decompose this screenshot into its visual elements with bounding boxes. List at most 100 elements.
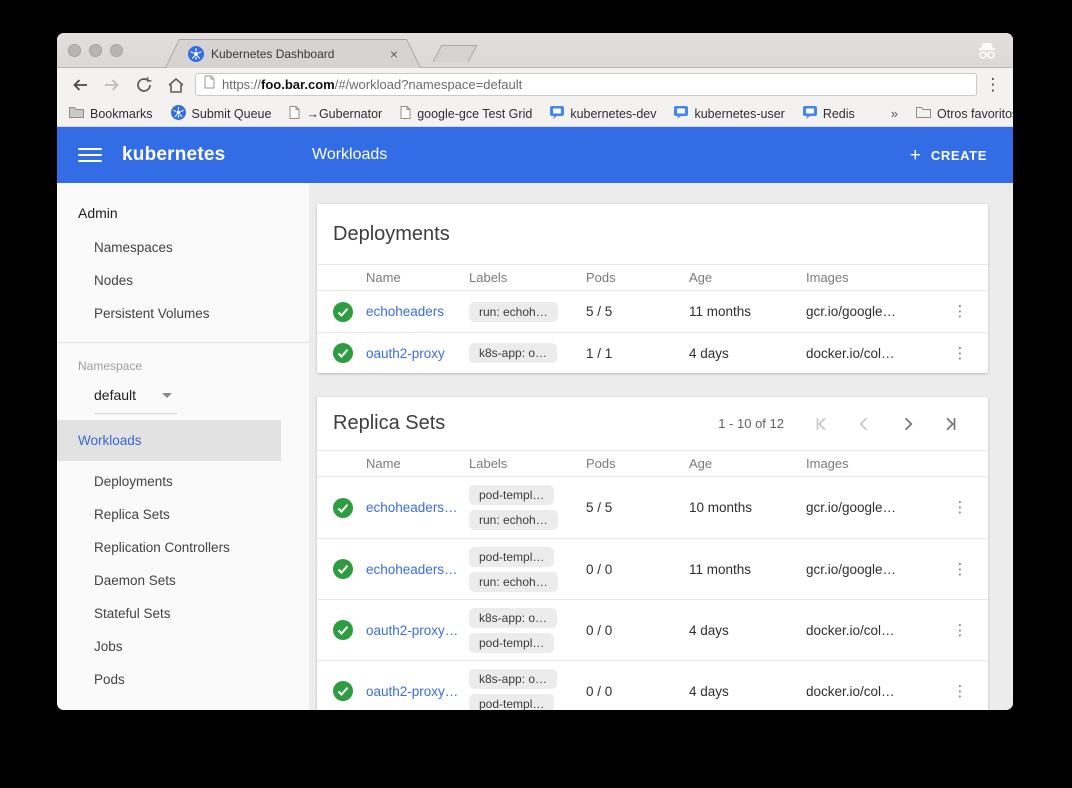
sidebar-item-stateful-sets[interactable]: Stateful Sets (57, 597, 309, 630)
app-header: kubernetes Workloads + CREATE (57, 127, 1013, 183)
column-header-name: Name (366, 456, 469, 471)
sidebar-item-replication-controllers[interactable]: Replication Controllers (57, 531, 309, 564)
bookmark-label: Redis (823, 107, 855, 121)
column-header-labels: Labels (469, 270, 586, 285)
bookmark-label: Bookmarks (90, 107, 153, 121)
sidebar-item-nodes[interactable]: Nodes (57, 264, 309, 297)
bookmark-gubernator[interactable]: →Gubernator (289, 106, 382, 122)
folder-icon (69, 106, 84, 121)
browser-toolbar: https://foo.bar.com/#/workload?namespace… (57, 68, 1013, 101)
browser-menu-icon[interactable]: ⋮ (983, 75, 1003, 95)
images-cell: gcr.io/google… (806, 304, 948, 319)
kubernetes-favicon-icon (188, 46, 204, 62)
row-menu-icon[interactable]: ⋮ (948, 346, 972, 361)
caret-down-icon (162, 393, 172, 398)
bookmark-kubernetes-user[interactable]: kubernetes-user (674, 105, 784, 122)
create-button-label: CREATE (931, 148, 987, 163)
resource-name-link[interactable]: oauth2-proxy (366, 346, 469, 361)
bookmarks-bar: Bookmarks Submit Queue →Gubernator googl… (57, 101, 1013, 127)
sidebar-item-deployments[interactable]: Deployments (57, 465, 309, 498)
kubernetes-icon (171, 105, 186, 123)
new-tab-button[interactable] (432, 45, 477, 62)
sidebar-item-daemon-sets[interactable]: Daemon Sets (57, 564, 309, 597)
pods-cell: 0 / 0 (586, 623, 689, 638)
url-bar[interactable]: https://foo.bar.com/#/workload?namespace… (195, 73, 977, 96)
label-chip: pod-templ… (469, 485, 554, 505)
sidebar-divider (57, 342, 309, 343)
namespace-selected-value: default (94, 387, 136, 403)
deployments-card: Deployments Name Labels Pods Age Images … (317, 204, 988, 373)
url-scheme: https:// (222, 77, 261, 92)
bookmarks-overflow-chevron[interactable]: » (891, 106, 898, 121)
browser-window: Kubernetes Dashboard × https://foo.bar.c… (57, 33, 1013, 710)
bookmark-folder-bookmarks[interactable]: Bookmarks (69, 106, 153, 121)
resource-name-link[interactable]: echoheaders (366, 304, 469, 319)
bookmark-redis[interactable]: Redis (803, 105, 855, 122)
browser-titlebar: Kubernetes Dashboard × (57, 33, 1013, 68)
namespace-select[interactable]: default (57, 383, 309, 409)
tab-title: Kubernetes Dashboard (211, 47, 383, 61)
column-header-images: Images (806, 270, 948, 285)
table-row: oauth2-proxy… k8s-app: o… pod-templ… 0 /… (317, 599, 988, 660)
bookmark-google-gce-test-grid[interactable]: google-gce Test Grid (400, 106, 532, 122)
resource-name-link[interactable]: oauth2-proxy… (366, 623, 469, 638)
status-ok-icon (333, 498, 366, 518)
groups-icon (550, 105, 564, 122)
images-cell: docker.io/col… (806, 623, 948, 638)
back-button[interactable] (67, 72, 93, 98)
page-icon (400, 106, 411, 122)
bookmark-folder-otros-favoritos[interactable]: Otros favoritos (916, 106, 1013, 121)
age-cell: 11 months (689, 304, 806, 319)
sidebar-item-pods[interactable]: Pods (57, 663, 309, 696)
last-page-icon[interactable] (940, 412, 964, 436)
first-page-icon[interactable] (808, 412, 832, 436)
table-row: echoheaders… pod-templ… run: echoh… 0 / … (317, 538, 988, 599)
sidebar-item-jobs[interactable]: Jobs (57, 630, 309, 663)
status-ok-icon (333, 681, 366, 701)
age-cell: 11 months (689, 562, 806, 577)
images-cell: docker.io/col… (806, 684, 948, 699)
column-header-age: Age (689, 456, 806, 471)
browser-tab[interactable]: Kubernetes Dashboard × (165, 39, 421, 68)
bookmark-label: Otros favoritos (937, 107, 1013, 121)
images-cell: gcr.io/google… (806, 500, 948, 515)
label-chip: run: echoh… (469, 302, 558, 322)
sidebar-heading-admin[interactable]: Admin (57, 193, 309, 231)
pods-cell: 5 / 5 (586, 500, 689, 515)
next-page-icon[interactable] (896, 412, 920, 436)
sidebar-item-namespaces[interactable]: Namespaces (57, 231, 309, 264)
create-button[interactable]: + CREATE (910, 146, 987, 165)
bookmark-kubernetes-dev[interactable]: kubernetes-dev (550, 105, 656, 122)
resource-name-link[interactable]: echoheaders… (366, 500, 469, 515)
bookmark-submit-queue[interactable]: Submit Queue (171, 105, 272, 123)
resource-name-link[interactable]: echoheaders… (366, 562, 469, 577)
close-window-button[interactable] (68, 44, 81, 57)
row-menu-icon[interactable]: ⋮ (948, 562, 972, 577)
row-menu-icon[interactable]: ⋮ (948, 684, 972, 699)
forward-button[interactable] (99, 72, 125, 98)
resource-name-link[interactable]: oauth2-proxy… (366, 684, 469, 699)
main-content: Deployments Name Labels Pods Age Images … (309, 183, 1013, 710)
groups-icon (803, 105, 817, 122)
age-cell: 4 days (689, 346, 806, 361)
hamburger-menu-icon[interactable] (78, 143, 102, 167)
row-menu-icon[interactable]: ⋮ (948, 623, 972, 638)
row-menu-icon[interactable]: ⋮ (948, 304, 972, 319)
maximize-window-button[interactable] (110, 44, 123, 57)
status-ok-icon (333, 559, 366, 579)
previous-page-icon[interactable] (852, 412, 876, 436)
page-security-icon (204, 75, 215, 94)
minimize-window-button[interactable] (89, 44, 102, 57)
label-chip: run: echoh… (469, 572, 558, 592)
incognito-icon (975, 41, 999, 66)
row-menu-icon[interactable]: ⋮ (948, 500, 972, 515)
reload-button[interactable] (131, 72, 157, 98)
home-button[interactable] (163, 72, 189, 98)
sidebar-item-workloads[interactable]: Workloads (57, 420, 281, 461)
page-title: Workloads (312, 146, 387, 164)
sidebar-item-persistent-volumes[interactable]: Persistent Volumes (57, 297, 309, 330)
images-cell: gcr.io/google… (806, 562, 948, 577)
sidebar-item-replica-sets[interactable]: Replica Sets (57, 498, 309, 531)
pods-cell: 0 / 0 (586, 562, 689, 577)
tab-close-icon[interactable]: × (390, 47, 398, 61)
